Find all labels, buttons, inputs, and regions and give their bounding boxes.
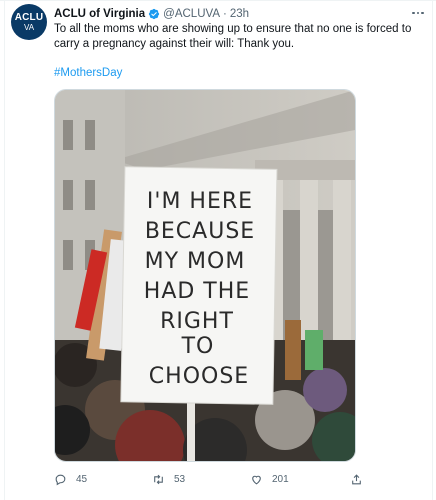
sign-line-4: HAD THE [144,279,250,304]
avatar-text-line2: VA [23,22,35,32]
verified-badge-icon [149,8,160,20]
like-button[interactable]: 201 [250,470,289,488]
more-icon[interactable] [410,6,426,20]
sign-line-6: TO [181,334,215,359]
retweet-icon [154,474,163,484]
separator-dot: · [223,8,227,20]
like-count: 201 [272,473,289,485]
hashtag-link[interactable]: #MothersDay [54,67,122,79]
sign-line-2: BECAUSE [145,219,255,244]
reply-icon [55,474,66,485]
avatar-text-line1: ACLU [14,11,44,23]
sign-line-5: RIGHT [160,309,234,334]
timeline-right-border [432,0,433,500]
tweet-actions: 45 53 201 [54,470,374,488]
share-button[interactable] [350,470,363,488]
sign-line-7: CHOOSE [149,364,249,389]
retweet-count: 53 [174,473,186,485]
avatar[interactable]: ACLU VA [11,4,47,40]
share-icon [352,473,361,484]
tweet-header: ACLU of Virginia @ACLUVA · 23h [54,6,249,22]
reply-count: 45 [76,473,88,485]
tweet-text: To all the moms who are showing up to en… [54,23,412,50]
protest-photo: I'M HERE BECAUSE MY MOM HAD THE RIGHT TO… [55,90,355,461]
reply-button[interactable]: 45 [54,470,87,488]
retweet-button[interactable]: 53 [152,470,185,488]
author-handle[interactable]: @ACLUVA [163,8,220,20]
sign-line-1: I'M HERE [147,189,253,214]
tweet-timestamp[interactable]: 23h [230,8,249,20]
like-icon [252,475,261,484]
tweet-photo[interactable]: I'M HERE BECAUSE MY MOM HAD THE RIGHT TO… [54,89,356,462]
tweet[interactable]: ACLU VA ACLU of Virginia @ACLUVA · 23h T… [5,0,432,500]
author-name[interactable]: ACLU of Virginia [54,8,145,20]
sign-line-3: MY MOM [145,249,246,274]
